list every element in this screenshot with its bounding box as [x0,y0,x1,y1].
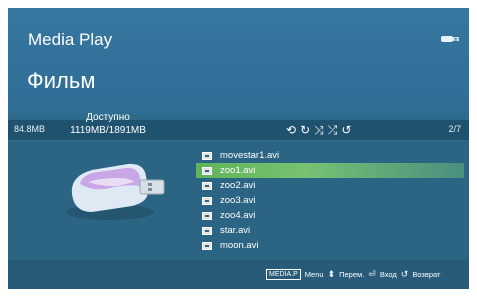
file-item[interactable]: zoo1.avi [196,163,464,178]
video-file-icon [202,151,212,160]
shuffle-icon[interactable]: ⤨ [314,122,324,138]
file-item[interactable]: zoo4.avi [196,208,464,223]
total-size: 84.8MB [14,124,46,134]
shuffle-repeat-icon[interactable]: ⤮ [328,122,338,138]
menu-label: Menu [304,270,324,279]
file-name: zoo2.avi [220,180,256,191]
file-item[interactable]: zoo3.avi [196,193,464,208]
video-file-icon [202,166,212,175]
file-name: zoo3.avi [220,195,256,206]
return-icon: ↺ [400,269,409,279]
move-label: Перем. [339,270,365,279]
file-item[interactable]: star.avi [196,223,464,238]
repeat-one-icon[interactable]: ↻ [300,122,310,138]
file-name: moon.avi [220,240,259,251]
file-item[interactable]: movestar1.avi [196,148,464,163]
refresh-icon[interactable]: ↺ [341,122,351,138]
repeat-icon[interactable]: ⟲ [286,122,296,138]
file-name: zoo4.avi [220,210,256,221]
video-file-icon [202,196,212,205]
file-name: movestar1.avi [220,150,280,161]
usb-drive-icon [66,163,165,220]
available-label: Доступно [86,112,130,123]
play-mode-icons: ⟲ ↻ ⤨ ⤮ ↺ [286,122,351,138]
file-name: zoo1.avi [220,165,256,176]
video-file-icon [202,181,212,190]
help-legend: MEDIA.P Menu ⬍ Перем. ⏎ Вход ↺ Возврат [266,269,440,280]
media-play-screen: Media Play Фильм 84.8MB ⟲ ↻ ⤨ ⤮ ↺ 2/7 До… [8,8,469,289]
usb-icon [441,36,459,42]
available-value: 1119MB/1891MB [70,125,146,136]
header: Media Play Фильм [8,8,469,114]
media-p-key: MEDIA.P [266,269,301,280]
video-file-icon [202,226,212,235]
file-item[interactable]: moon.avi [196,238,464,253]
enter-label: Вход [379,270,397,279]
move-arrows-icon: ⬍ [327,269,336,279]
video-file-icon [202,241,212,250]
file-list: movestar1.avi zoo1.avi zoo2.avi zoo3.avi zoo… [196,148,464,253]
page-indicator: 2/7 [448,124,461,134]
return-label: Возврат [412,270,441,279]
video-file-icon [202,211,212,220]
enter-icon: ⏎ [368,269,376,279]
file-name: star.avi [220,225,251,236]
file-item[interactable]: zoo2.avi [196,178,464,193]
app-title: Media Play [28,30,113,49]
section-title: Фильм [27,68,96,93]
